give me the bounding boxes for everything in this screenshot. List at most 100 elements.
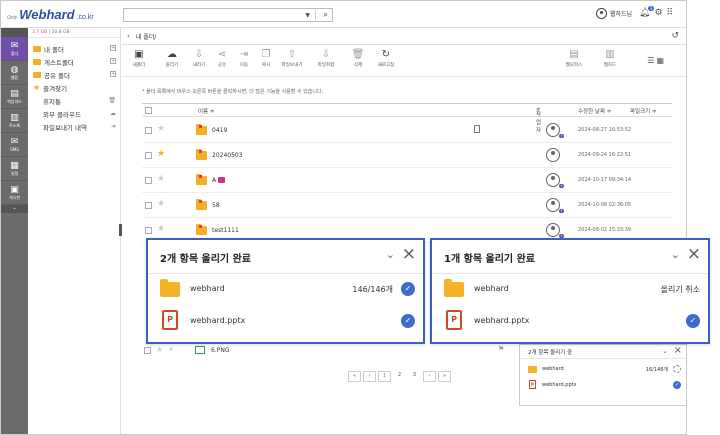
rail-item-backup[interactable]: ▤ 백업하드 <box>1 85 28 109</box>
rail-item-contacts[interactable]: ▥ 주소록 <box>1 109 28 133</box>
upload-item: webhard 16/146개 <box>520 363 686 379</box>
row-name[interactable]: 58 <box>212 202 220 209</box>
sidebar-item-favorites[interactable]: ★ 즐겨찾기 <box>28 81 120 94</box>
star-icon[interactable]: ★ <box>157 124 165 134</box>
star-icon[interactable]: ★ <box>157 149 165 159</box>
star-icon[interactable]: ★ <box>157 224 165 234</box>
copy-button[interactable]: ❐ 복사 <box>255 48 277 68</box>
user-menu[interactable]: 웹하드님 <box>596 8 632 19</box>
row-checkbox[interactable] <box>145 227 152 234</box>
expand-icon[interactable]: + <box>110 58 116 64</box>
chevron-down-icon[interactable]: ⌄ <box>386 248 395 261</box>
magnifier-icon[interactable]: ⌕ <box>169 345 173 354</box>
logo[interactable]: Only Webhard .co.kr <box>7 7 94 22</box>
star-icon[interactable]: ★ <box>156 345 163 354</box>
page-button[interactable]: 1 <box>378 371 391 382</box>
table-row[interactable]: ★ 0419 + 2024-08-27 16:53:52 <box>142 118 672 143</box>
history-icon[interactable]: ↺ <box>671 31 679 41</box>
column-author[interactable]: 작업자 ? ≑ <box>536 107 541 134</box>
upload-item-status: 16/146개 <box>645 367 668 373</box>
first-page-button[interactable]: « <box>348 371 361 382</box>
page-button[interactable]: 3 <box>408 371 421 382</box>
merge-file-button[interactable]: ⇩ 파일취합 <box>315 48 337 68</box>
sidebar-item-label: 게스트폴더 <box>44 58 74 67</box>
rail-more-chevron-icon[interactable]: ⌄ <box>1 205 28 213</box>
expand-icon[interactable]: + <box>110 45 116 51</box>
rail-item-folder[interactable]: ✉ 폴더 <box>1 37 28 61</box>
last-page-button[interactable]: » <box>438 371 451 382</box>
star-icon[interactable]: ★ <box>157 174 165 184</box>
sidebar-item-guest-folder[interactable]: 게스트폴더 + <box>28 55 120 68</box>
web-office-button[interactable]: ▤ 웹오피스 <box>563 48 585 68</box>
row-checkbox[interactable] <box>145 202 152 209</box>
rail-item-label: 폴더 <box>10 50 19 56</box>
grid-view-icon[interactable]: ▦ <box>656 56 666 65</box>
move-icon: ⇥ <box>239 49 249 60</box>
chevron-down-icon[interactable]: ⌄ <box>671 248 680 261</box>
owner-icon[interactable]: + <box>546 123 564 138</box>
row-name[interactable]: A <box>212 177 216 184</box>
envelope-icon: ✉ <box>10 137 19 147</box>
view-mode-toggle[interactable]: ☰▦ <box>647 56 666 65</box>
prev-page-button[interactable]: ‹ <box>363 371 376 382</box>
rail-item-board[interactable]: ▣ 게시판 <box>1 181 28 205</box>
row-checkbox[interactable] <box>145 127 152 134</box>
send-file-button[interactable]: ⇧ 파일보내기 <box>281 48 303 68</box>
row-name[interactable]: 0419 <box>212 127 227 134</box>
close-icon[interactable]: × <box>687 244 701 264</box>
chevron-left-icon[interactable]: ‹ <box>127 32 130 40</box>
grid-icon[interactable]: ⠿ <box>667 8 674 18</box>
rail-item-calendar[interactable]: ▦ 일정 <box>1 157 28 181</box>
rail-item-label: 웹합 <box>10 74 19 80</box>
close-icon[interactable]: × <box>402 244 416 264</box>
bell-icon[interactable]: 🔔︎ 3 <box>639 6 655 18</box>
refresh-button[interactable]: ↻ 새로고침 <box>375 48 397 68</box>
owner-icon[interactable]: + <box>546 173 564 188</box>
gear-icon[interactable]: ⚙ <box>654 8 662 18</box>
delete-button[interactable]: 🗑︎ 삭제 <box>347 48 369 68</box>
web-hard-button[interactable]: ▥ 웹하드 <box>599 48 621 68</box>
share-button[interactable]: ⋖ 공유 <box>211 48 233 68</box>
page-button[interactable]: 2 <box>393 371 406 382</box>
rail-item-sms[interactable]: ✉ SMS <box>1 133 28 157</box>
row-checkbox[interactable] <box>145 152 152 159</box>
table-row[interactable]: ★ ⌕ 6.PNG ⚑ <box>141 344 516 358</box>
star-icon[interactable]: ★ <box>157 199 165 209</box>
search-input[interactable]: ▼ ⌕ <box>123 8 333 22</box>
table-row[interactable]: ★ A + 2024-10-17 09:34:14 <box>142 168 672 193</box>
row-checkbox[interactable] <box>145 177 152 184</box>
search-icon[interactable]: ⌕ <box>324 10 328 20</box>
sidebar-item-label: 공유 폴더 <box>44 71 70 80</box>
new-folder-button[interactable]: ▣ 새폴더 <box>128 48 150 68</box>
sidebar-item-external-cloud[interactable]: 외부 클라우드 ☁ <box>28 107 120 120</box>
sidebar-item-send-history[interactable]: 파일보내기 내역 ➜ <box>28 120 120 133</box>
chevron-down-icon[interactable]: ⌄ <box>662 347 668 355</box>
row-name[interactable]: 20240503 <box>212 152 243 159</box>
sidebar-item-my-folder[interactable]: 내 폴더 + <box>28 42 120 55</box>
flag-icon: ⚑ <box>498 345 505 353</box>
chevron-down-icon[interactable]: ▼ <box>305 12 310 19</box>
sidebar-item-trash[interactable]: 휴지통 🗑︎ <box>28 94 120 107</box>
column-name[interactable]: 이름 ≑ <box>198 107 214 115</box>
select-all-checkbox[interactable] <box>145 107 152 114</box>
table-row[interactable]: ★ 58 + 2024-10-08 02:36:05 <box>142 193 672 218</box>
column-size[interactable]: 파일크기 ≑ <box>630 107 657 115</box>
table-row[interactable]: ★ 20240503 2024-09-24 16:22:51 <box>142 143 672 168</box>
row-checkbox[interactable] <box>144 347 151 354</box>
owner-icon[interactable]: + <box>546 198 564 213</box>
help-icon[interactable]: ? <box>536 110 539 116</box>
expand-icon[interactable]: + <box>110 71 116 77</box>
download-button[interactable]: ⇩ 내리기 <box>188 48 210 68</box>
close-icon[interactable]: × <box>674 345 682 356</box>
download-icon: ⇩ <box>194 49 204 60</box>
owner-icon[interactable]: + <box>546 223 564 238</box>
upload-button[interactable]: ☁ 올리기 <box>161 48 183 68</box>
row-name[interactable]: 6.PNG <box>211 347 229 354</box>
next-page-button[interactable]: › <box>423 371 436 382</box>
rail-item-webhap[interactable]: ◍ 웹합 <box>1 61 28 85</box>
sidebar-item-shared-folder[interactable]: 공유 폴더 + <box>28 68 120 81</box>
row-name[interactable]: test1111 <box>212 227 239 234</box>
move-button[interactable]: ⇥ 이동 <box>233 48 255 68</box>
owner-icon[interactable] <box>546 148 560 162</box>
column-date[interactable]: 수정한 날짜 ≑ <box>578 107 611 115</box>
